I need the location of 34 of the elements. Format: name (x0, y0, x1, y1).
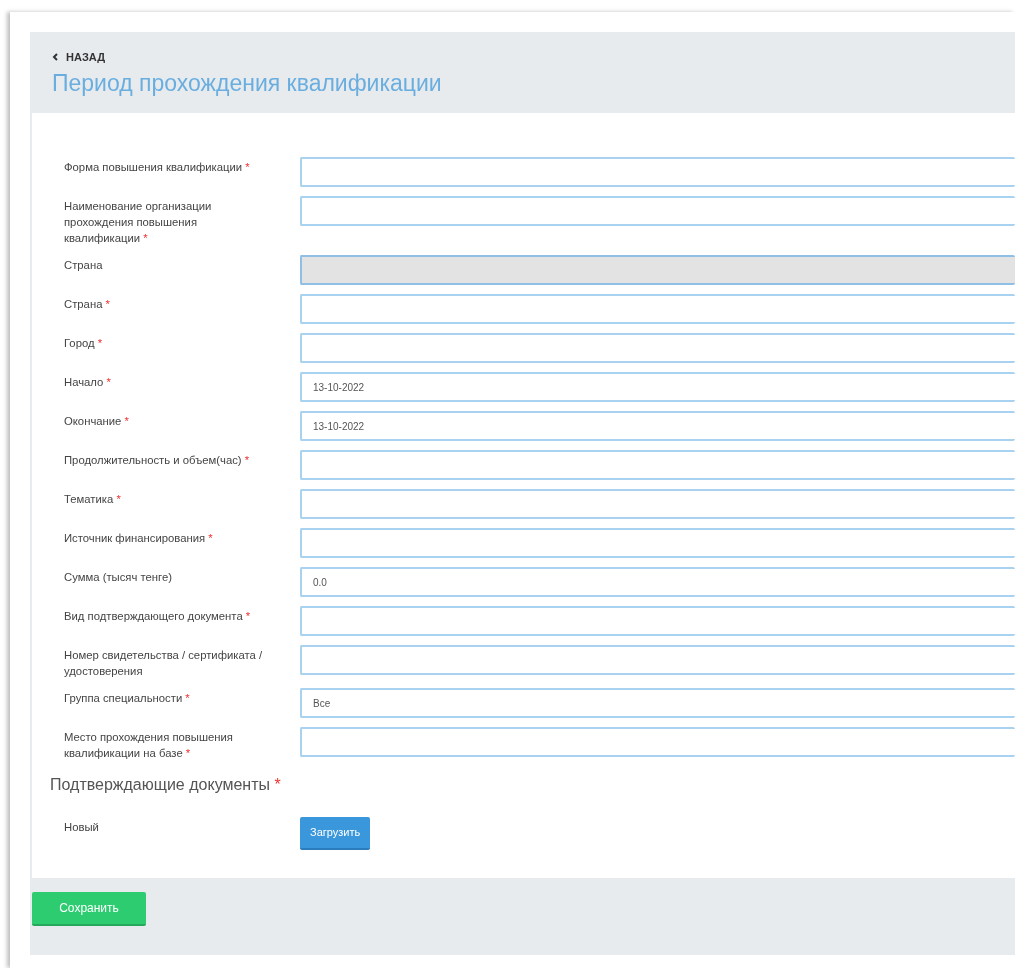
input-field[interactable]: Все (300, 688, 1015, 718)
field-label: Новый (64, 820, 100, 835)
input-field[interactable] (300, 294, 1015, 324)
field-label: Место прохождения повышения квалификации на базе * (64, 730, 234, 761)
input-field[interactable] (300, 157, 1015, 187)
field-label: Страна * (64, 297, 111, 312)
field-label: Сумма (тысяч тенге) (64, 570, 173, 585)
input-field[interactable] (300, 450, 1015, 480)
input-field[interactable] (300, 606, 1015, 636)
input-field[interactable] (300, 489, 1015, 519)
field-label: Продолжительность и объем(час) * (64, 453, 251, 468)
field-label: Тематика * (64, 492, 122, 507)
section-heading: Подтверждающие документы * (50, 775, 282, 795)
field-label: Наименование организации прохождения повышения квалификации * (64, 199, 213, 246)
chevron-left-icon (52, 53, 58, 61)
input-field[interactable] (300, 645, 1015, 675)
input-field[interactable]: 13-10-2022 (300, 411, 1015, 441)
field-label: Город * (64, 336, 104, 351)
field-label: Группа специальности * (64, 691, 191, 706)
input-field[interactable] (300, 333, 1015, 363)
field-label: Источник финансирования * (64, 531, 214, 546)
field-label: Форма повышения квалификации * (64, 160, 251, 175)
back-link[interactable]: НАЗАД (52, 48, 105, 66)
page-title: Период прохождения квалификации (52, 70, 443, 98)
field-label: Вид подтверждающего документа * (64, 609, 252, 624)
input-field[interactable]: 13-10-2022 (300, 372, 1015, 402)
input-field[interactable] (300, 528, 1015, 558)
input-field[interactable] (300, 727, 1015, 757)
field-label: Страна (64, 258, 104, 273)
field-label: Номер свидетельства / сертификата / удостоверения (64, 648, 264, 679)
field-label: Начало * (64, 375, 112, 390)
field-label: Окончание * (64, 414, 130, 429)
input-field[interactable] (300, 196, 1015, 226)
input-field[interactable]: 0.0 (300, 567, 1015, 597)
